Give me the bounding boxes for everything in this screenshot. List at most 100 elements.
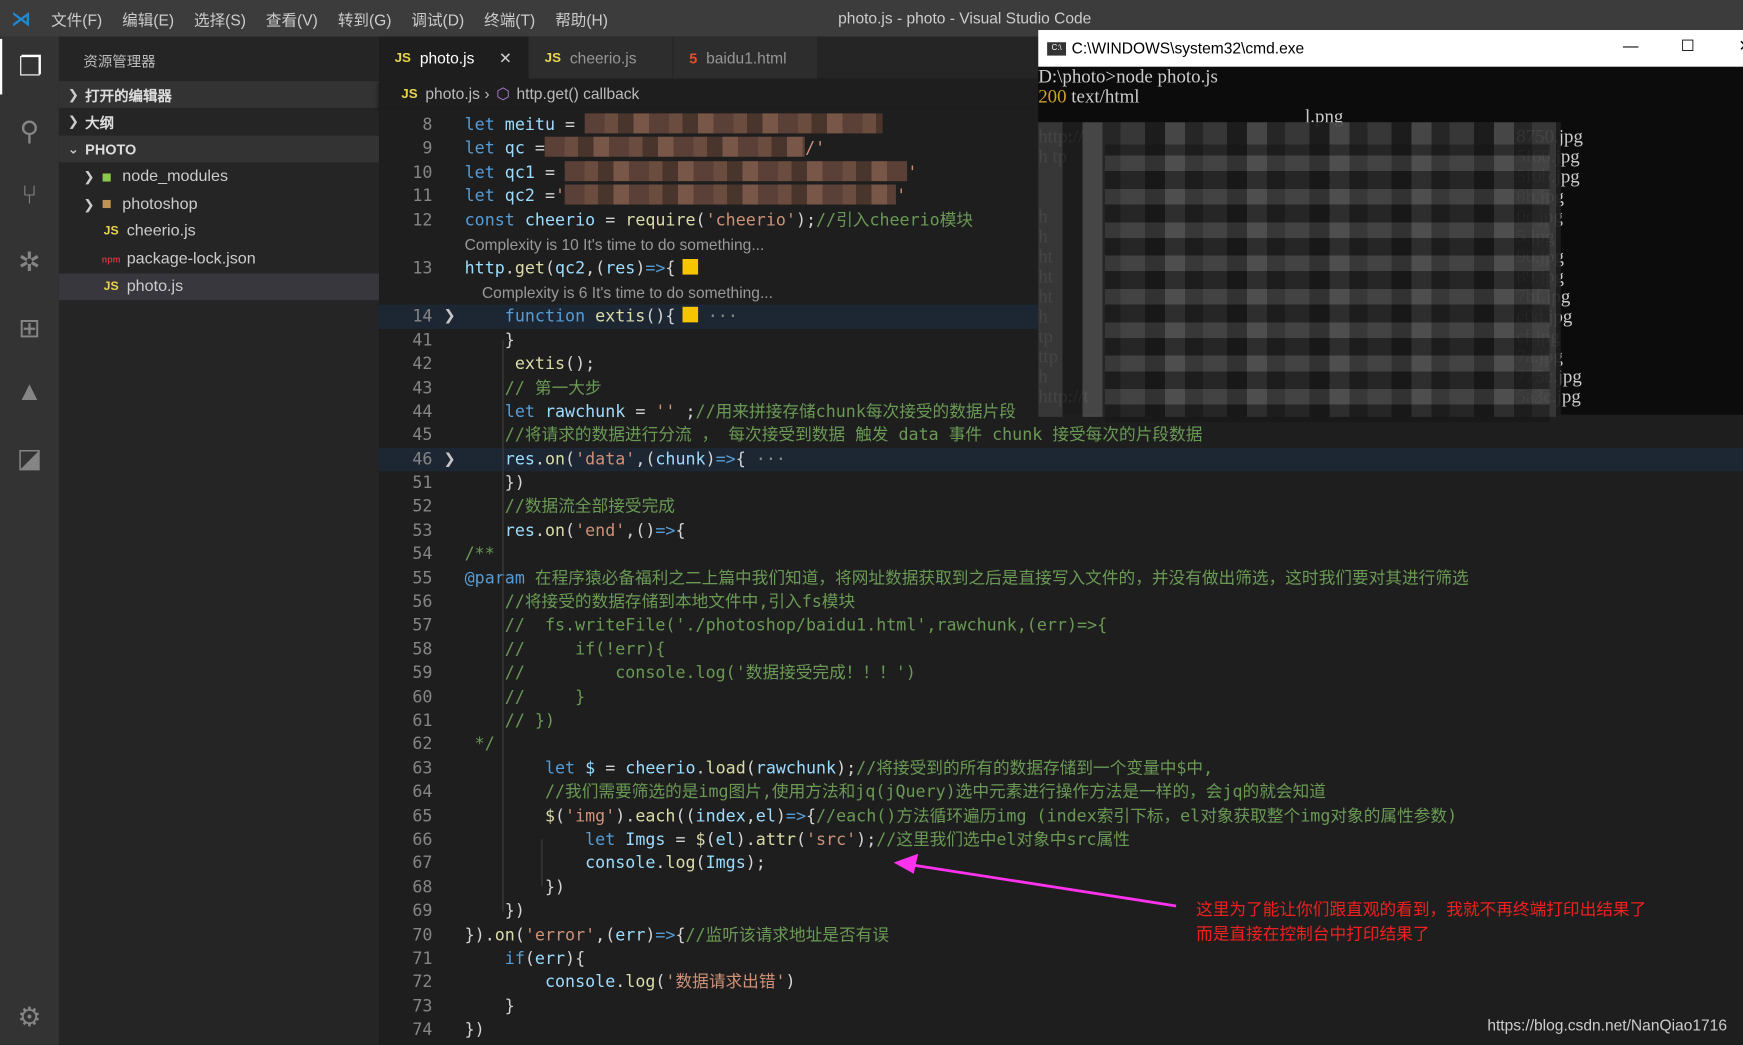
- code-token: each: [635, 805, 676, 826]
- code-line[interactable]: 65 $('img').each((index,el)=>{//each()方法…: [379, 804, 1743, 828]
- code-text: // if(!err){: [465, 638, 666, 662]
- menu-item[interactable]: 编辑(E): [122, 9, 174, 31]
- code-token: ;: [675, 401, 696, 422]
- code-token: res: [504, 448, 535, 469]
- code-line[interactable]: 45 //将请求的数据进行分流 ， 每次接受到数据 触发 data 事件 chu…: [379, 424, 1743, 448]
- chevron-right-icon: ›: [484, 84, 490, 103]
- code-line[interactable]: 64 //我们需要筛选的是img图片,使用方法和jq(jQuery)选中元素进行…: [379, 781, 1743, 805]
- menu-item[interactable]: 终端(T): [484, 9, 535, 31]
- code-line[interactable]: 55 @param 在程序猿必备福利之二上篇中我们知道，将网址数据获取到之后是直接…: [379, 567, 1743, 591]
- chevron-right-icon: ❯: [67, 113, 79, 129]
- breadcrumb-file[interactable]: photo.js: [425, 84, 480, 102]
- code-line[interactable]: 56 //将接受的数据存储到本地文件中,引入fs模块: [379, 590, 1743, 614]
- search-icon[interactable]: ⚲: [0, 103, 59, 159]
- code-line[interactable]: 46 ❯ res.on('data',(chunk)=>{ ···: [379, 447, 1743, 472]
- code-text: // console.log('数据接受完成！！！'): [465, 662, 916, 686]
- folded-ellipsis[interactable]: ···: [746, 449, 786, 469]
- close-button[interactable]: ✕: [1739, 37, 1743, 56]
- menu-item[interactable]: 选择(S): [194, 9, 246, 31]
- code-token: let: [464, 138, 495, 159]
- menu-item[interactable]: 查看(V): [266, 9, 318, 31]
- line-number: 70: [412, 924, 433, 945]
- menu-item[interactable]: 帮助(H): [555, 9, 608, 31]
- menu-item[interactable]: 文件(F): [51, 9, 102, 31]
- code-token: );: [836, 757, 857, 778]
- section-open-editors[interactable]: ❯ 打开的编辑器: [58, 81, 380, 108]
- code-line[interactable]: 52 //数据流全部接受完成: [379, 495, 1743, 519]
- code-token: qc: [494, 138, 525, 159]
- code-line[interactable]: 59 // console.log('数据接受完成！！！'): [379, 662, 1743, 686]
- code-token: {: [675, 520, 686, 541]
- fold-chevron-icon[interactable]: ❯: [444, 305, 456, 329]
- line-number: 67: [412, 852, 433, 873]
- cmd-window[interactable]: C:\ C:\WINDOWS\system32\cmd.exe — ☐ ✕ D:…: [1038, 30, 1743, 423]
- files-icon[interactable]: ❐: [0, 38, 59, 95]
- close-icon[interactable]: ✕: [499, 48, 512, 67]
- code-line[interactable]: 54 /**: [379, 543, 1743, 567]
- code-token: ,(: [635, 448, 656, 469]
- code-line[interactable]: 67 console.log(Imgs);: [379, 852, 1743, 876]
- code-token: (: [555, 805, 566, 826]
- breadcrumb-symbol[interactable]: http.get() callback: [516, 84, 639, 102]
- code-token: // fs.writeFile('./photoshop/baidu1.html…: [464, 615, 1108, 636]
- section-folder-photo[interactable]: ⌄ PHOTO: [58, 135, 380, 163]
- code-text: }).on('error',(err)=>{//监听该请求地址是否有误: [465, 923, 889, 947]
- folded-ellipsis[interactable]: ···: [698, 306, 738, 326]
- tab-baidu1-html[interactable]: 5 baidu1.html: [673, 36, 819, 79]
- tab-photo-js[interactable]: JS photo.js ✕: [379, 36, 530, 79]
- code-token: //将请求的数据进行分流 ， 每次接受到数据 触发 data 事件 chunk …: [464, 424, 1203, 445]
- code-line[interactable]: 58 // if(!err){: [379, 638, 1743, 662]
- code-token: on: [544, 448, 566, 469]
- code-line[interactable]: 71 if(err){: [379, 947, 1743, 971]
- code-line[interactable]: 70 }).on('error',(err)=>{//监听该请求地址是否有误: [379, 923, 1743, 947]
- code-token: =: [534, 162, 566, 183]
- code-line[interactable]: 51 }): [379, 471, 1743, 495]
- indent-guide: [541, 839, 543, 886]
- file-item-photoshop[interactable]: ❯ ■ photoshop: [59, 191, 379, 218]
- file-item-node_modules[interactable]: ❯ ■ node_modules: [59, 163, 379, 190]
- code-text: // fs.writeFile('./photoshop/baidu1.html…: [465, 614, 1107, 638]
- code-line[interactable]: 73 }: [379, 995, 1743, 1019]
- gear-icon[interactable]: ⚙: [0, 989, 59, 1045]
- code-token: let: [544, 757, 576, 778]
- code-token: ,(: [585, 257, 606, 278]
- line-number: 63: [412, 757, 433, 778]
- extensions-icon[interactable]: ⊞: [0, 300, 59, 356]
- section-outline[interactable]: ❯ 大纲: [59, 108, 379, 135]
- file-name: package-lock.json: [126, 250, 256, 268]
- code-line[interactable]: 57 // fs.writeFile('./photoshop/baidu1.h…: [379, 614, 1743, 638]
- menu-item[interactable]: 调试(D): [411, 9, 464, 31]
- remote-icon[interactable]: ◪: [0, 430, 59, 486]
- code-line[interactable]: 61 // }): [379, 709, 1743, 733]
- tab-cheerio-js[interactable]: JS cheerio.js: [529, 36, 674, 79]
- line-number: 56: [412, 591, 433, 612]
- minimize-button[interactable]: —: [1623, 37, 1639, 55]
- code-token: get: [514, 257, 545, 278]
- code-token: ': [907, 162, 918, 183]
- fold-chevron-icon[interactable]: ❯: [444, 448, 456, 472]
- file-item-cheerio-js[interactable]: JS cheerio.js: [59, 218, 379, 245]
- code-token: ): [635, 257, 646, 278]
- code-text: console.log(Imgs);: [465, 852, 766, 876]
- code-text: res.on('end',()=>{: [465, 519, 686, 543]
- code-line[interactable]: 66 let Imgs = $(el).attr('src');//这里我们选中…: [379, 828, 1743, 852]
- code-line[interactable]: 60 // }: [379, 685, 1743, 709]
- code-line[interactable]: 63 let $ = cheerio.load(rawchunk);//将接受到…: [379, 757, 1743, 781]
- menu-item[interactable]: 转到(G): [338, 9, 392, 31]
- azure-icon[interactable]: ▲: [0, 365, 59, 421]
- code-line[interactable]: 68 }): [379, 876, 1743, 900]
- file-item-package-lock-json[interactable]: npm package-lock.json: [59, 246, 379, 273]
- debug-icon[interactable]: ✲: [0, 235, 59, 291]
- source-control-icon[interactable]: ⑂: [0, 168, 59, 224]
- code-line[interactable]: 53 res.on('end',()=>{: [379, 519, 1743, 543]
- redacted-text: [565, 184, 897, 205]
- file-item-photo-js[interactable]: JS photo.js: [58, 273, 380, 300]
- maximize-button[interactable]: ☐: [1681, 37, 1695, 56]
- code-line[interactable]: 62 */: [379, 733, 1743, 757]
- code-line[interactable]: 72 console.log('数据请求出错'): [379, 971, 1743, 995]
- line-number: 43: [412, 377, 433, 398]
- code-token: 'error': [524, 924, 596, 945]
- code-token: // if(!err){: [464, 638, 666, 659]
